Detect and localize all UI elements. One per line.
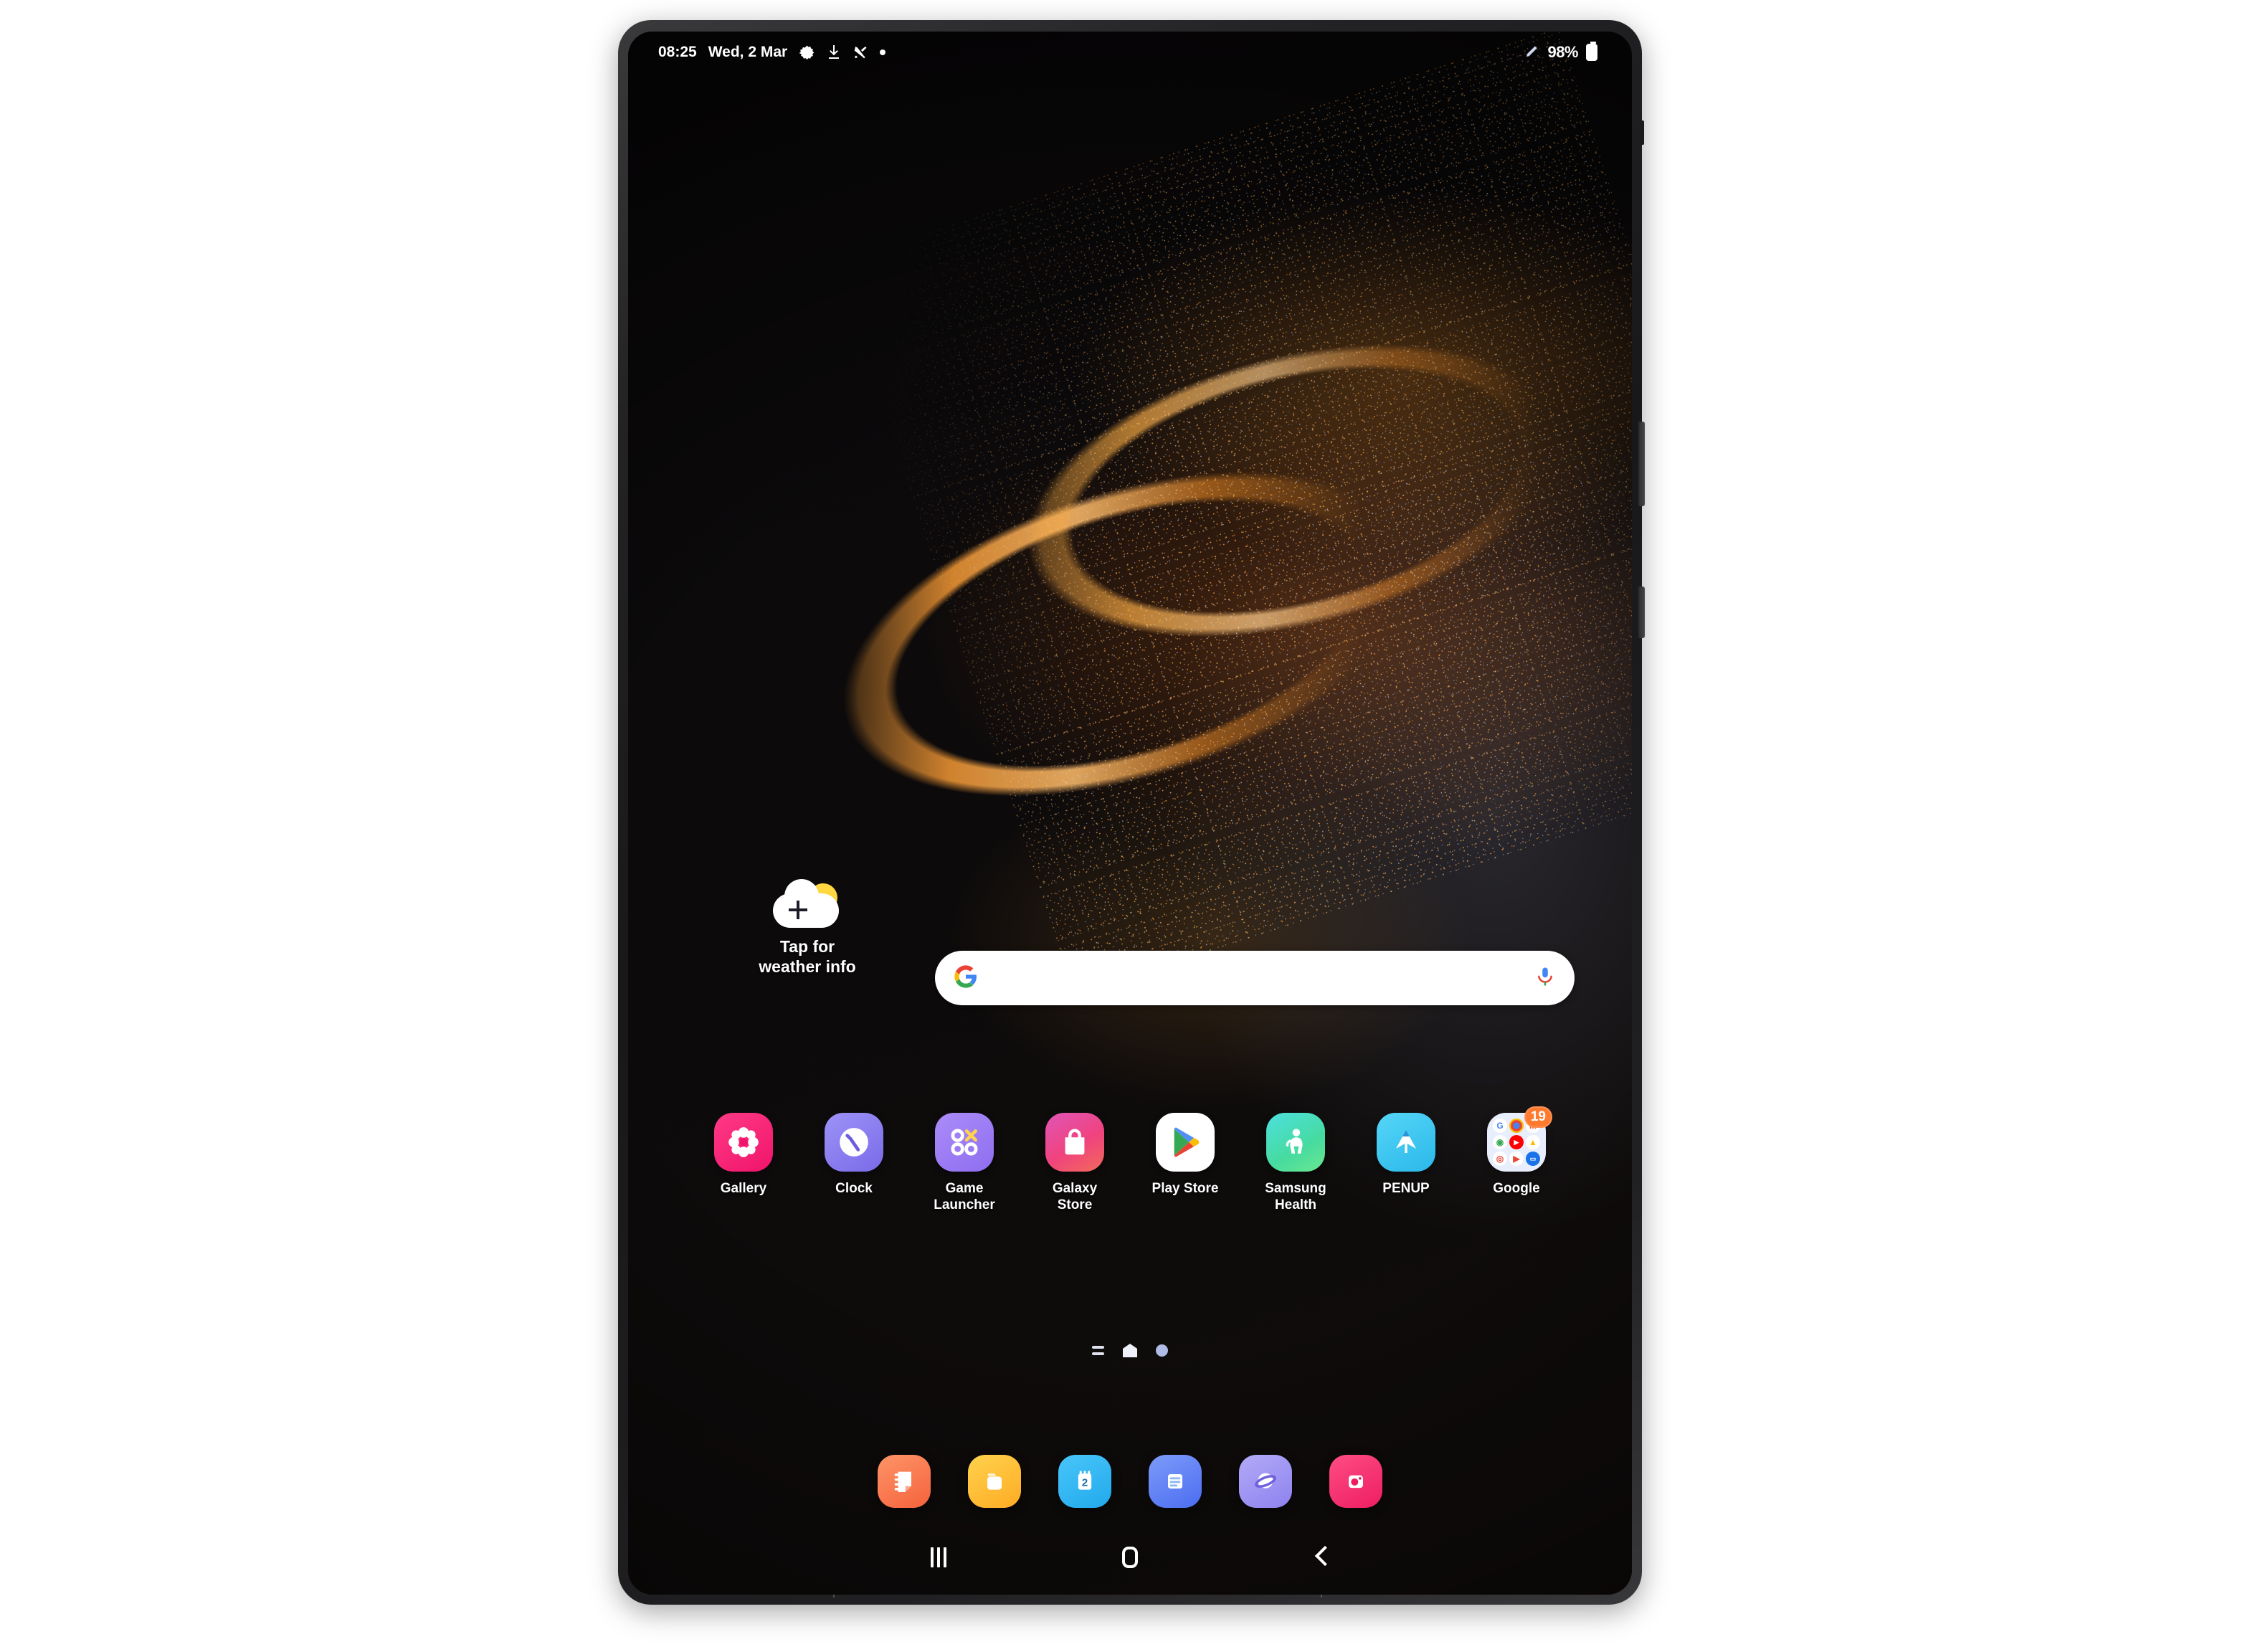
weather-widget[interactable]: Tap for weather info <box>743 879 872 977</box>
app-galaxy-store[interactable]: Galaxy Store <box>1033 1113 1116 1214</box>
back-icon <box>1315 1547 1328 1568</box>
battery-full-icon <box>1586 42 1597 61</box>
app-label: Clock <box>835 1181 873 1196</box>
notification-badge: 19 <box>1524 1106 1552 1128</box>
bixby-routines-icon <box>853 44 868 60</box>
status-bar[interactable]: 08:25 Wed, 2 Mar 98% <box>628 32 1632 73</box>
app-penup[interactable]: PENUP <box>1364 1113 1448 1214</box>
maps-icon: ◉ <box>1493 1135 1507 1149</box>
chrome-icon <box>1509 1119 1524 1133</box>
tablet-device: 08:25 Wed, 2 Mar 98% Tap for weather inf… <box>618 20 1645 1605</box>
home-page-icon[interactable] <box>1123 1344 1137 1357</box>
app-clock[interactable]: Clock <box>812 1113 896 1214</box>
microphone-icon[interactable] <box>1534 966 1556 991</box>
samsung-health-icon[interactable] <box>1266 1113 1325 1172</box>
meet-icon: ▭ <box>1526 1152 1540 1166</box>
volume-button[interactable] <box>1638 422 1645 506</box>
drive-icon: ▲ <box>1526 1135 1540 1149</box>
microphone-hole <box>1640 120 1644 145</box>
camera-icon[interactable] <box>1329 1455 1382 1508</box>
google-g-icon <box>954 964 978 992</box>
svg-text:2: 2 <box>1082 1477 1088 1489</box>
home-button[interactable] <box>1101 1537 1159 1577</box>
home-icon <box>1121 1547 1138 1568</box>
app-play-store[interactable]: Play Store <box>1144 1113 1227 1214</box>
internet-icon[interactable] <box>1239 1455 1292 1508</box>
penup-icon[interactable] <box>1377 1113 1435 1172</box>
my-files-icon[interactable] <box>968 1455 1021 1508</box>
download-icon <box>827 44 841 60</box>
dock: 2 <box>628 1455 1632 1508</box>
back-button[interactable] <box>1293 1537 1350 1577</box>
app-game-launcher[interactable]: Game Launcher <box>923 1113 1006 1214</box>
play-store-icon[interactable] <box>1156 1113 1215 1172</box>
app-label: Galaxy Store <box>1052 1181 1098 1212</box>
app-grid-row: Gallery Clock Game Launcher Galaxy Store… <box>628 1106 1632 1214</box>
app-label: Gallery <box>720 1181 767 1196</box>
s-pen-icon <box>1522 44 1539 61</box>
app-samsung-health[interactable]: Samsung Health <box>1254 1113 1337 1214</box>
page-dot[interactable] <box>1156 1344 1168 1357</box>
app-label: Google <box>1493 1181 1540 1196</box>
google-search-bar[interactable] <box>935 951 1575 1005</box>
clock-icon[interactable] <box>825 1113 883 1172</box>
app-gallery[interactable]: Gallery <box>702 1113 785 1214</box>
google-folder-icon[interactable]: 19 G M ◉ ▶ ▲ ◎ ▶ ▭ <box>1487 1106 1552 1172</box>
status-time: 08:25 <box>658 44 697 60</box>
status-bar-left: 08:25 Wed, 2 Mar <box>658 44 886 61</box>
weather-label-line1: Tap for <box>779 937 835 956</box>
app-label: Samsung Health <box>1265 1181 1326 1212</box>
photos-icon: ◎ <box>1493 1152 1507 1166</box>
app-google-folder[interactable]: 19 G M ◉ ▶ ▲ ◎ ▶ ▭ Google <box>1475 1106 1558 1214</box>
messages-icon[interactable] <box>1149 1455 1202 1508</box>
app-list-icon[interactable] <box>1092 1346 1104 1355</box>
page-indicator[interactable] <box>628 1344 1632 1357</box>
settings-gear-icon <box>799 44 815 61</box>
navigation-bar[interactable] <box>628 1520 1632 1595</box>
game-launcher-icon[interactable] <box>935 1113 994 1172</box>
dot-indicator-icon <box>880 49 886 55</box>
recents-icon <box>931 1547 947 1567</box>
gallery-flower-icon[interactable] <box>714 1113 773 1172</box>
status-date: Wed, 2 Mar <box>708 44 788 60</box>
app-label: Play Store <box>1152 1181 1219 1196</box>
weather-label-line2: weather info <box>759 957 856 977</box>
google-icon: G <box>1493 1119 1507 1133</box>
calendar-icon[interactable]: 2 <box>1058 1455 1111 1508</box>
app-label: PENUP <box>1382 1181 1430 1196</box>
shopping-bag-icon[interactable] <box>1045 1113 1104 1172</box>
battery-percent: 98% <box>1547 43 1578 61</box>
play-movies-icon: ▶ <box>1509 1152 1524 1166</box>
status-bar-right: 98% <box>1522 42 1597 62</box>
youtube-icon: ▶ <box>1509 1135 1524 1149</box>
plus-icon <box>789 901 807 919</box>
tablet-screen[interactable]: 08:25 Wed, 2 Mar 98% Tap for weather inf… <box>628 32 1632 1595</box>
power-button[interactable] <box>1638 587 1645 638</box>
recents-button[interactable] <box>910 1537 967 1577</box>
app-label: Game Launcher <box>934 1181 995 1212</box>
home-screen[interactable]: Tap for weather info Gallery Clock Game … <box>628 32 1632 1595</box>
weather-widget-label: Tap for weather info <box>743 936 872 977</box>
notes-icon[interactable] <box>878 1455 931 1508</box>
search-input[interactable] <box>978 968 1534 988</box>
cloud-sun-plus-icon <box>773 879 842 928</box>
